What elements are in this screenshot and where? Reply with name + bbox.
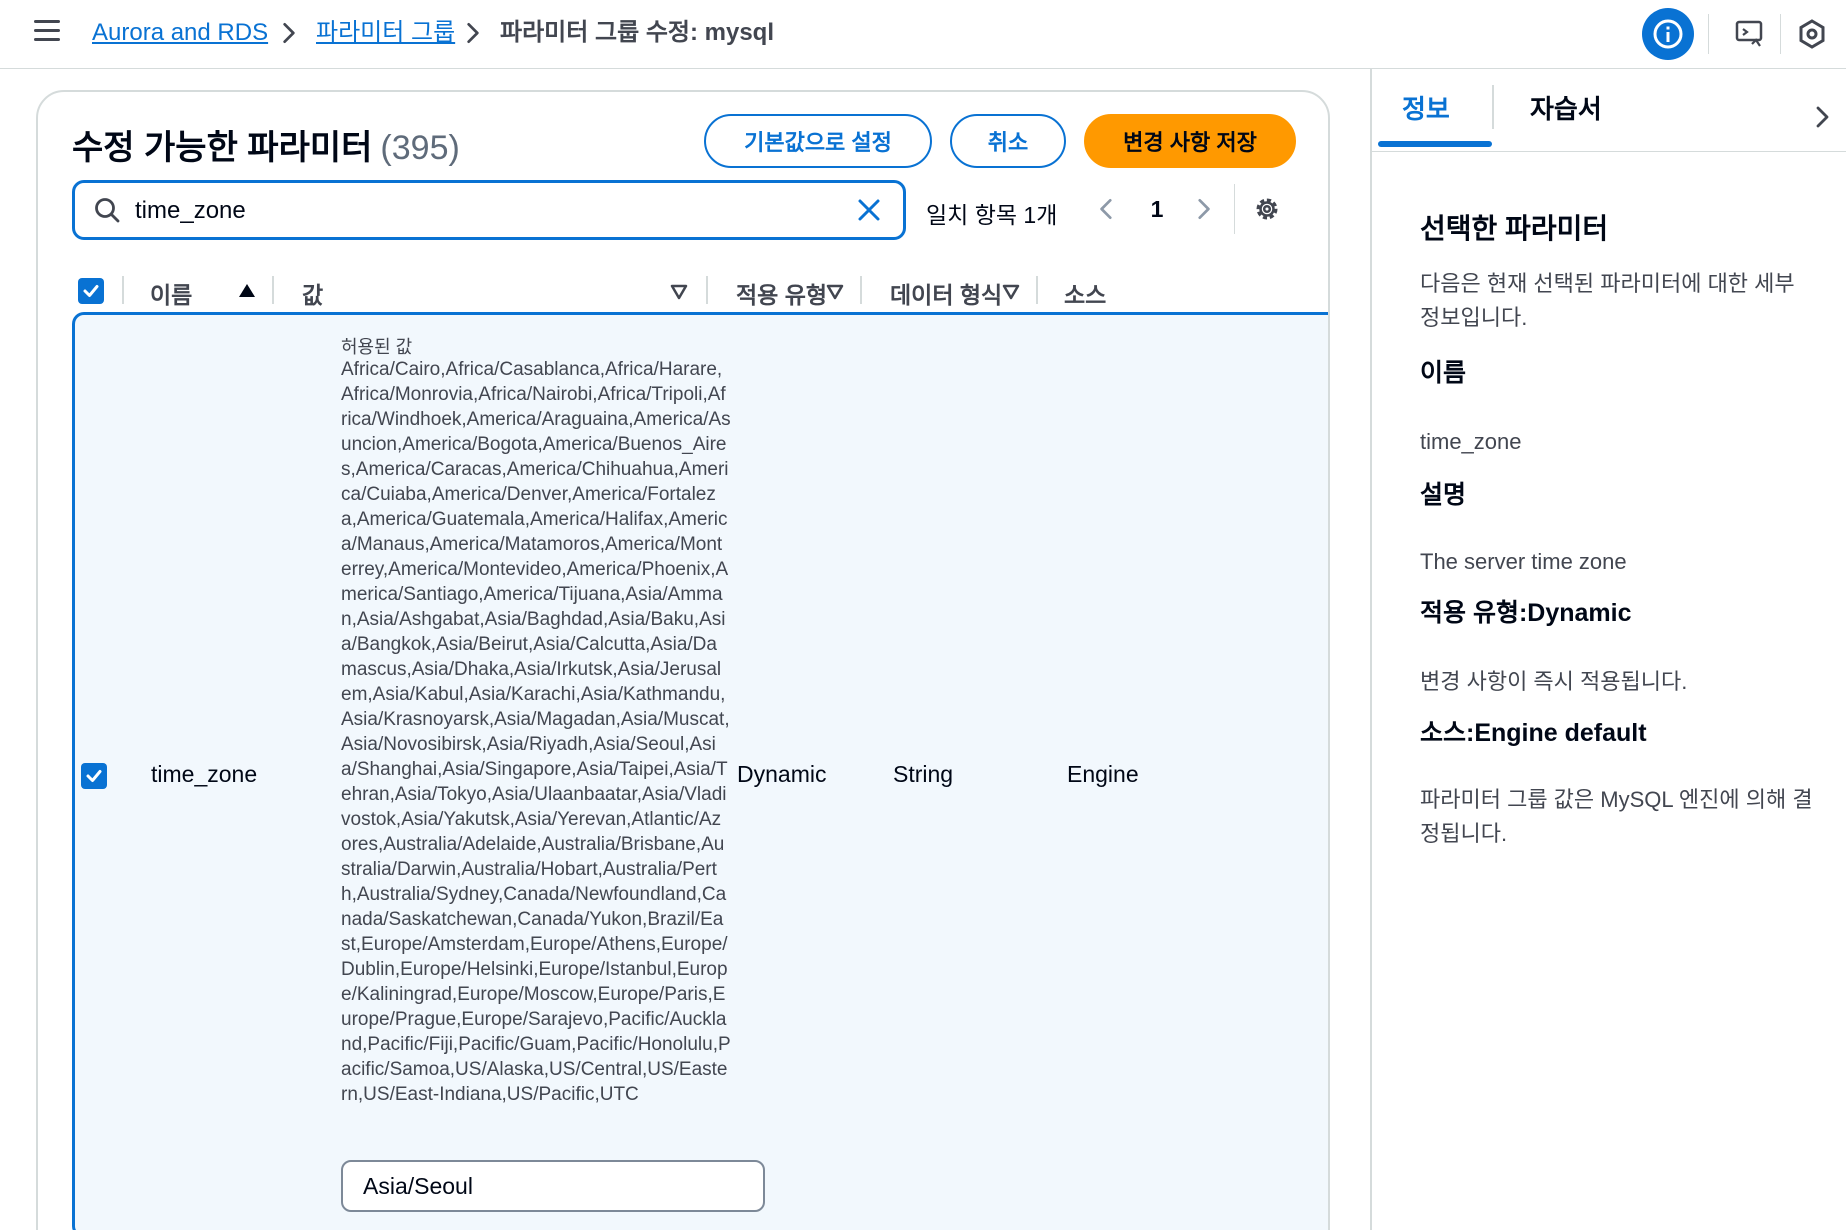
match-count: 일치 항목 1개 — [926, 202, 1058, 228]
info-button[interactable] — [1642, 8, 1694, 60]
search-input[interactable] — [135, 193, 815, 229]
column-header-name[interactable]: 이름 — [150, 276, 192, 310]
tab-separator — [1492, 85, 1494, 129]
column-separator — [272, 276, 274, 304]
data-type-value: String — [893, 761, 954, 787]
breadcrumb-parameter-groups[interactable]: 파라미터 그룹 — [316, 17, 455, 49]
search-icon — [95, 198, 120, 223]
menu-icon[interactable] — [34, 20, 60, 46]
column-separator — [122, 276, 124, 304]
current-page[interactable]: 1 — [1146, 196, 1168, 223]
parameters-container: 수정 가능한 파라미터(395) 기본값으로 설정 취소 변경 사항 저장 일치… — [36, 90, 1330, 1230]
table-header: 이름 값 적용 유형 데이터 형식 소스 — [38, 260, 1328, 318]
allowed-values-list: Africa/Cairo,Africa/Casablanca,Africa/Ha… — [341, 359, 731, 1105]
toolbar-divider — [1708, 14, 1709, 54]
toolbar-divider — [1780, 14, 1781, 54]
next-page-icon[interactable] — [1190, 196, 1216, 222]
name-value: time_zone — [1420, 429, 1522, 454]
panel-divider — [1372, 151, 1846, 152]
breadcrumb-current: 파라미터 그룹 수정: mysql — [500, 19, 774, 46]
row-checkbox[interactable] — [81, 763, 107, 789]
source-value: Engine — [1067, 761, 1139, 787]
column-header-data-type[interactable]: 데이터 형식 — [890, 276, 1002, 310]
chevron-right-icon[interactable] — [1810, 105, 1834, 129]
breadcrumb-aurora-rds[interactable]: Aurora and RDS — [92, 17, 268, 49]
selected-parameter-intro: 다음은 현재 선택된 파라미터에 대한 세부 정보입니다. — [1420, 271, 1795, 330]
chevron-right-icon — [283, 22, 295, 44]
panel-title: 수정 가능한 파라미터 (395) — [72, 120, 460, 169]
gear-icon[interactable] — [1252, 194, 1282, 224]
cancel-button[interactable]: 취소 — [950, 114, 1066, 168]
info-icon — [1653, 19, 1683, 49]
column-header-value[interactable]: 값 — [302, 276, 323, 310]
column-separator — [860, 276, 862, 304]
column-separator — [1036, 276, 1038, 304]
settings-hexagon-icon[interactable] — [1796, 18, 1828, 50]
description-label: 설명 — [1420, 481, 1467, 509]
panel-title-text: 수정 가능한 파라미터 — [72, 129, 373, 167]
parameter-value-input[interactable] — [341, 1160, 765, 1212]
checkmark-icon — [83, 285, 99, 297]
table-row[interactable]: time_zone 허용된 값 Africa/Cairo,Africa/Casa… — [72, 312, 1328, 1230]
sort-ascending-icon[interactable] — [236, 280, 258, 302]
tab-tutorial[interactable]: 자습서 — [1530, 89, 1602, 126]
description-value: The server time zone — [1420, 549, 1627, 574]
selected-parameter-heading: 선택한 파라미터 — [1420, 213, 1609, 244]
source-label: 소스:Engine default — [1420, 719, 1647, 747]
sort-icon[interactable] — [668, 280, 690, 302]
column-separator — [706, 276, 708, 304]
chevron-right-icon — [467, 22, 479, 44]
save-changes-button[interactable]: 변경 사항 저장 — [1084, 114, 1296, 168]
apply-type-value: Dynamic — [737, 761, 827, 787]
active-tab-indicator — [1378, 141, 1492, 147]
help-panel: 정보 자습서 선택한 파라미터 다음은 현재 선택된 파라미터에 대한 세부 정… — [1370, 69, 1846, 1230]
column-header-apply-type[interactable]: 적용 유형 — [736, 276, 827, 310]
apply-type-description: 변경 사항이 즉시 적용됩니다. — [1420, 669, 1688, 694]
reset-default-button[interactable]: 기본값으로 설정 — [704, 114, 932, 168]
parameter-count: (395) — [380, 129, 460, 167]
top-navigation-bar: Aurora and RDS 파라미터 그룹 파라미터 그룹 수정: mysql — [0, 0, 1846, 69]
pagination-divider — [1234, 184, 1235, 234]
column-header-source[interactable]: 소스 — [1064, 276, 1106, 310]
clear-search-icon[interactable] — [855, 196, 883, 224]
sort-icon[interactable] — [824, 280, 846, 302]
sort-icon[interactable] — [1000, 280, 1022, 302]
tab-info[interactable]: 정보 — [1402, 89, 1450, 126]
search-box — [72, 180, 906, 240]
name-label: 이름 — [1420, 359, 1467, 387]
apply-type-label: 적용 유형:Dynamic — [1420, 599, 1632, 627]
parameter-name: time_zone — [151, 761, 258, 787]
source-description: 파라미터 그룹 값은 MySQL 엔진에 의해 결정됩니다. — [1420, 787, 1813, 846]
allowed-values-label: 허용된 값 — [341, 337, 413, 357]
previous-page-icon[interactable] — [1094, 196, 1120, 222]
feedback-icon[interactable] — [1734, 18, 1766, 50]
checkmark-icon — [86, 770, 102, 782]
select-all-checkbox[interactable] — [78, 278, 104, 304]
